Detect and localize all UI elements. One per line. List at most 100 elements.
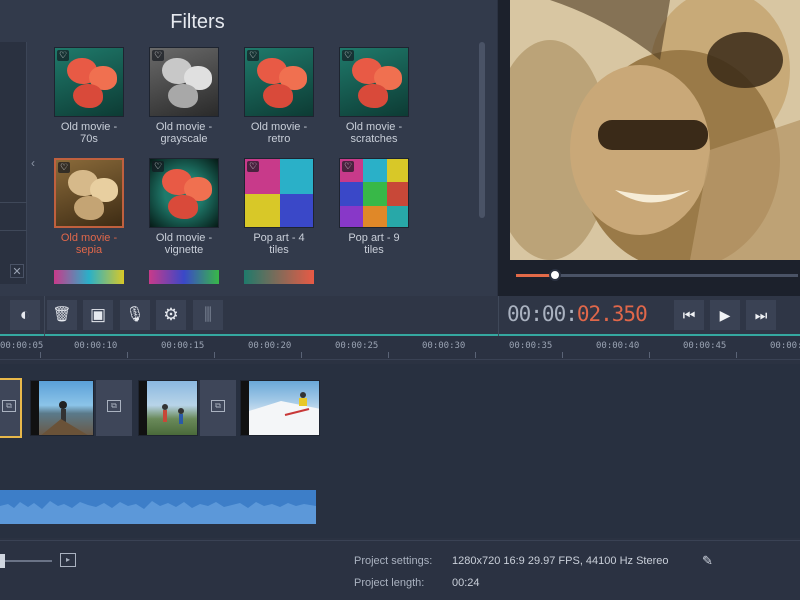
filter-old-movie-retro[interactable]: ♡ Old movie - retro [242,47,316,145]
ruler-label: 00:00:25 [335,341,379,351]
ruler-label: 00:00:35 [509,341,553,351]
filter-label: Pop art - 4 tiles [253,232,305,256]
filter-thumbnail: ♡ [54,47,124,117]
timeline-ruler[interactable]: 00:00:05 00:00:10 00:00:15 00:00:20 00:0… [0,338,800,360]
close-icon[interactable]: ✕ [10,264,24,278]
ruler-tick [40,352,41,358]
filter-thumbnail: ♡ [339,47,409,117]
favorite-heart-icon[interactable]: ♡ [57,50,69,61]
equalizer-icon[interactable]: ⫼ [193,300,223,330]
favorite-heart-icon[interactable]: ♡ [152,161,164,172]
filter-pop-art-4-tiles[interactable]: ♡ Pop art - 4 tiles [242,158,316,256]
favorite-heart-icon[interactable]: ♡ [152,50,164,61]
ruler-label: 00:00:10 [74,341,118,351]
video-track[interactable]: ⧉ ⧉ ⧉ [0,364,800,448]
filter-old-movie-vignette[interactable]: ♡ Old movie - vignette [147,158,221,256]
selected-clip[interactable]: ⧉ [0,378,22,438]
zoom-slider[interactable] [0,560,52,562]
ruler-label: 00:00:45 [683,341,727,351]
clip-thumbnail [31,381,88,435]
transition-icon[interactable]: ⧉ [211,400,225,412]
filter-thumbnail: ♡ [244,158,314,228]
filter-thumbnail: ♡ [244,47,314,117]
filters-scrollbar[interactable] [479,42,485,218]
edit-pencil-icon[interactable]: ✎ [702,553,713,569]
settings-gear-icon[interactable]: ⚙ [156,300,186,330]
transition-icon[interactable]: ⧉ [107,400,121,412]
zoom-slider-handle[interactable] [0,554,5,568]
favorite-heart-icon[interactable]: ♡ [247,161,259,172]
delete-icon[interactable]: 🗑 [47,300,77,330]
toolbar-divider [44,296,45,336]
color-adjust-icon[interactable]: ◐ [10,300,40,330]
favorite-heart-icon[interactable]: ♡ [342,161,354,172]
filter-thumbnail: ♡ [149,47,219,117]
filters-panel: Filters ✕ ‹ ♡ Old movie -70s ♡ Old movie… [0,0,497,296]
ruler-tick [649,352,650,358]
filter-old-movie-scratches[interactable]: ♡ Old movie - scratches [337,47,411,145]
filter-label: Old movie - sepia [60,232,118,256]
ruler-tick [127,352,128,358]
audio-clip[interactable] [0,490,316,524]
project-settings-label: Project settings: [354,555,433,567]
preview-video-frame [510,0,800,260]
category-list[interactable] [0,42,27,284]
scrubber-handle[interactable] [549,269,562,281]
transition-block[interactable]: ⧉ [200,380,236,436]
filter-pop-art-9-tiles[interactable]: ♡ Pop art - 9 tiles [337,158,411,256]
play-button[interactable]: ▶ [710,300,740,330]
project-length-value: 00:24 [452,577,480,589]
timecode-value: 02.350 [576,302,648,326]
filter-thumbnail-partial[interactable] [54,270,124,284]
microphone-icon[interactable]: 🎙 [120,300,150,330]
filter-label: Old movie - retro [250,121,308,145]
filter-thumbnail-partial[interactable] [149,270,219,284]
video-clip[interactable] [138,380,198,436]
transition-icon[interactable]: ⧉ [2,400,16,412]
image-icon[interactable]: ▣ [83,300,113,330]
ruler-tick [475,352,476,358]
filter-thumbnail-partial[interactable] [244,270,314,284]
filter-label: Old movie - vignette [155,232,213,256]
editing-toolbar: ◐ 🗑 ▣ 🎙 ⚙ ⫼ 00:00:02.350 ⏮ ▶ ⏭ [0,296,800,336]
favorite-heart-icon[interactable]: ♡ [342,50,354,61]
next-frame-button[interactable]: ⏭ [746,300,776,330]
audio-waveform [0,501,316,524]
toolbar-divider [498,296,499,336]
ruler-label: 00:00:05 [0,341,44,351]
filters-title: Filters [170,11,225,33]
collapse-chevron-icon[interactable]: ‹ [31,156,35,170]
favorite-heart-icon[interactable]: ♡ [58,162,70,173]
ruler-tick [562,352,563,358]
filter-label: Old movie -70s [60,121,118,145]
ruler-tick [736,352,737,358]
filter-label: Old movie - scratches [345,121,403,145]
ruler-tick [214,352,215,358]
video-clip[interactable] [240,380,320,436]
filter-old-movie-sepia[interactable]: ♡ Old movie - sepia [52,158,126,256]
clip-thumbnail [241,381,319,435]
ruler-label: 00:00:5 [770,341,800,351]
ruler-tick [301,352,302,358]
preview-panel [498,0,800,296]
status-bar: ▸ Project settings: 1280x720 16:9 29.97 … [0,540,800,600]
ruler-label: 00:00:40 [596,341,640,351]
fit-timeline-icon[interactable]: ▸ [60,553,76,567]
transition-block[interactable]: ⧉ [96,380,132,436]
filter-thumbnail: ♡ [339,158,409,228]
favorite-heart-icon[interactable]: ♡ [247,50,259,61]
preview-image [510,0,800,260]
category-divider [0,202,27,203]
ruler-label: 00:00:30 [422,341,466,351]
video-clip[interactable] [30,380,94,436]
audio-track[interactable] [0,448,800,538]
filter-label: Pop art - 9 tiles [348,232,400,256]
ruler-label: 00:00:20 [248,341,292,351]
filter-old-movie-grayscale[interactable]: ♡ Old movie - grayscale [147,47,221,145]
ruler-tick [388,352,389,358]
ruler-label: 00:00:15 [161,341,205,351]
previous-frame-button[interactable]: ⏮ [674,300,704,330]
filter-old-movie-70s[interactable]: ♡ Old movie -70s [52,47,126,145]
project-settings-value: 1280x720 16:9 29.97 FPS, 44100 Hz Stereo [452,555,669,567]
current-timecode: 00:00:02.350 [507,302,648,326]
